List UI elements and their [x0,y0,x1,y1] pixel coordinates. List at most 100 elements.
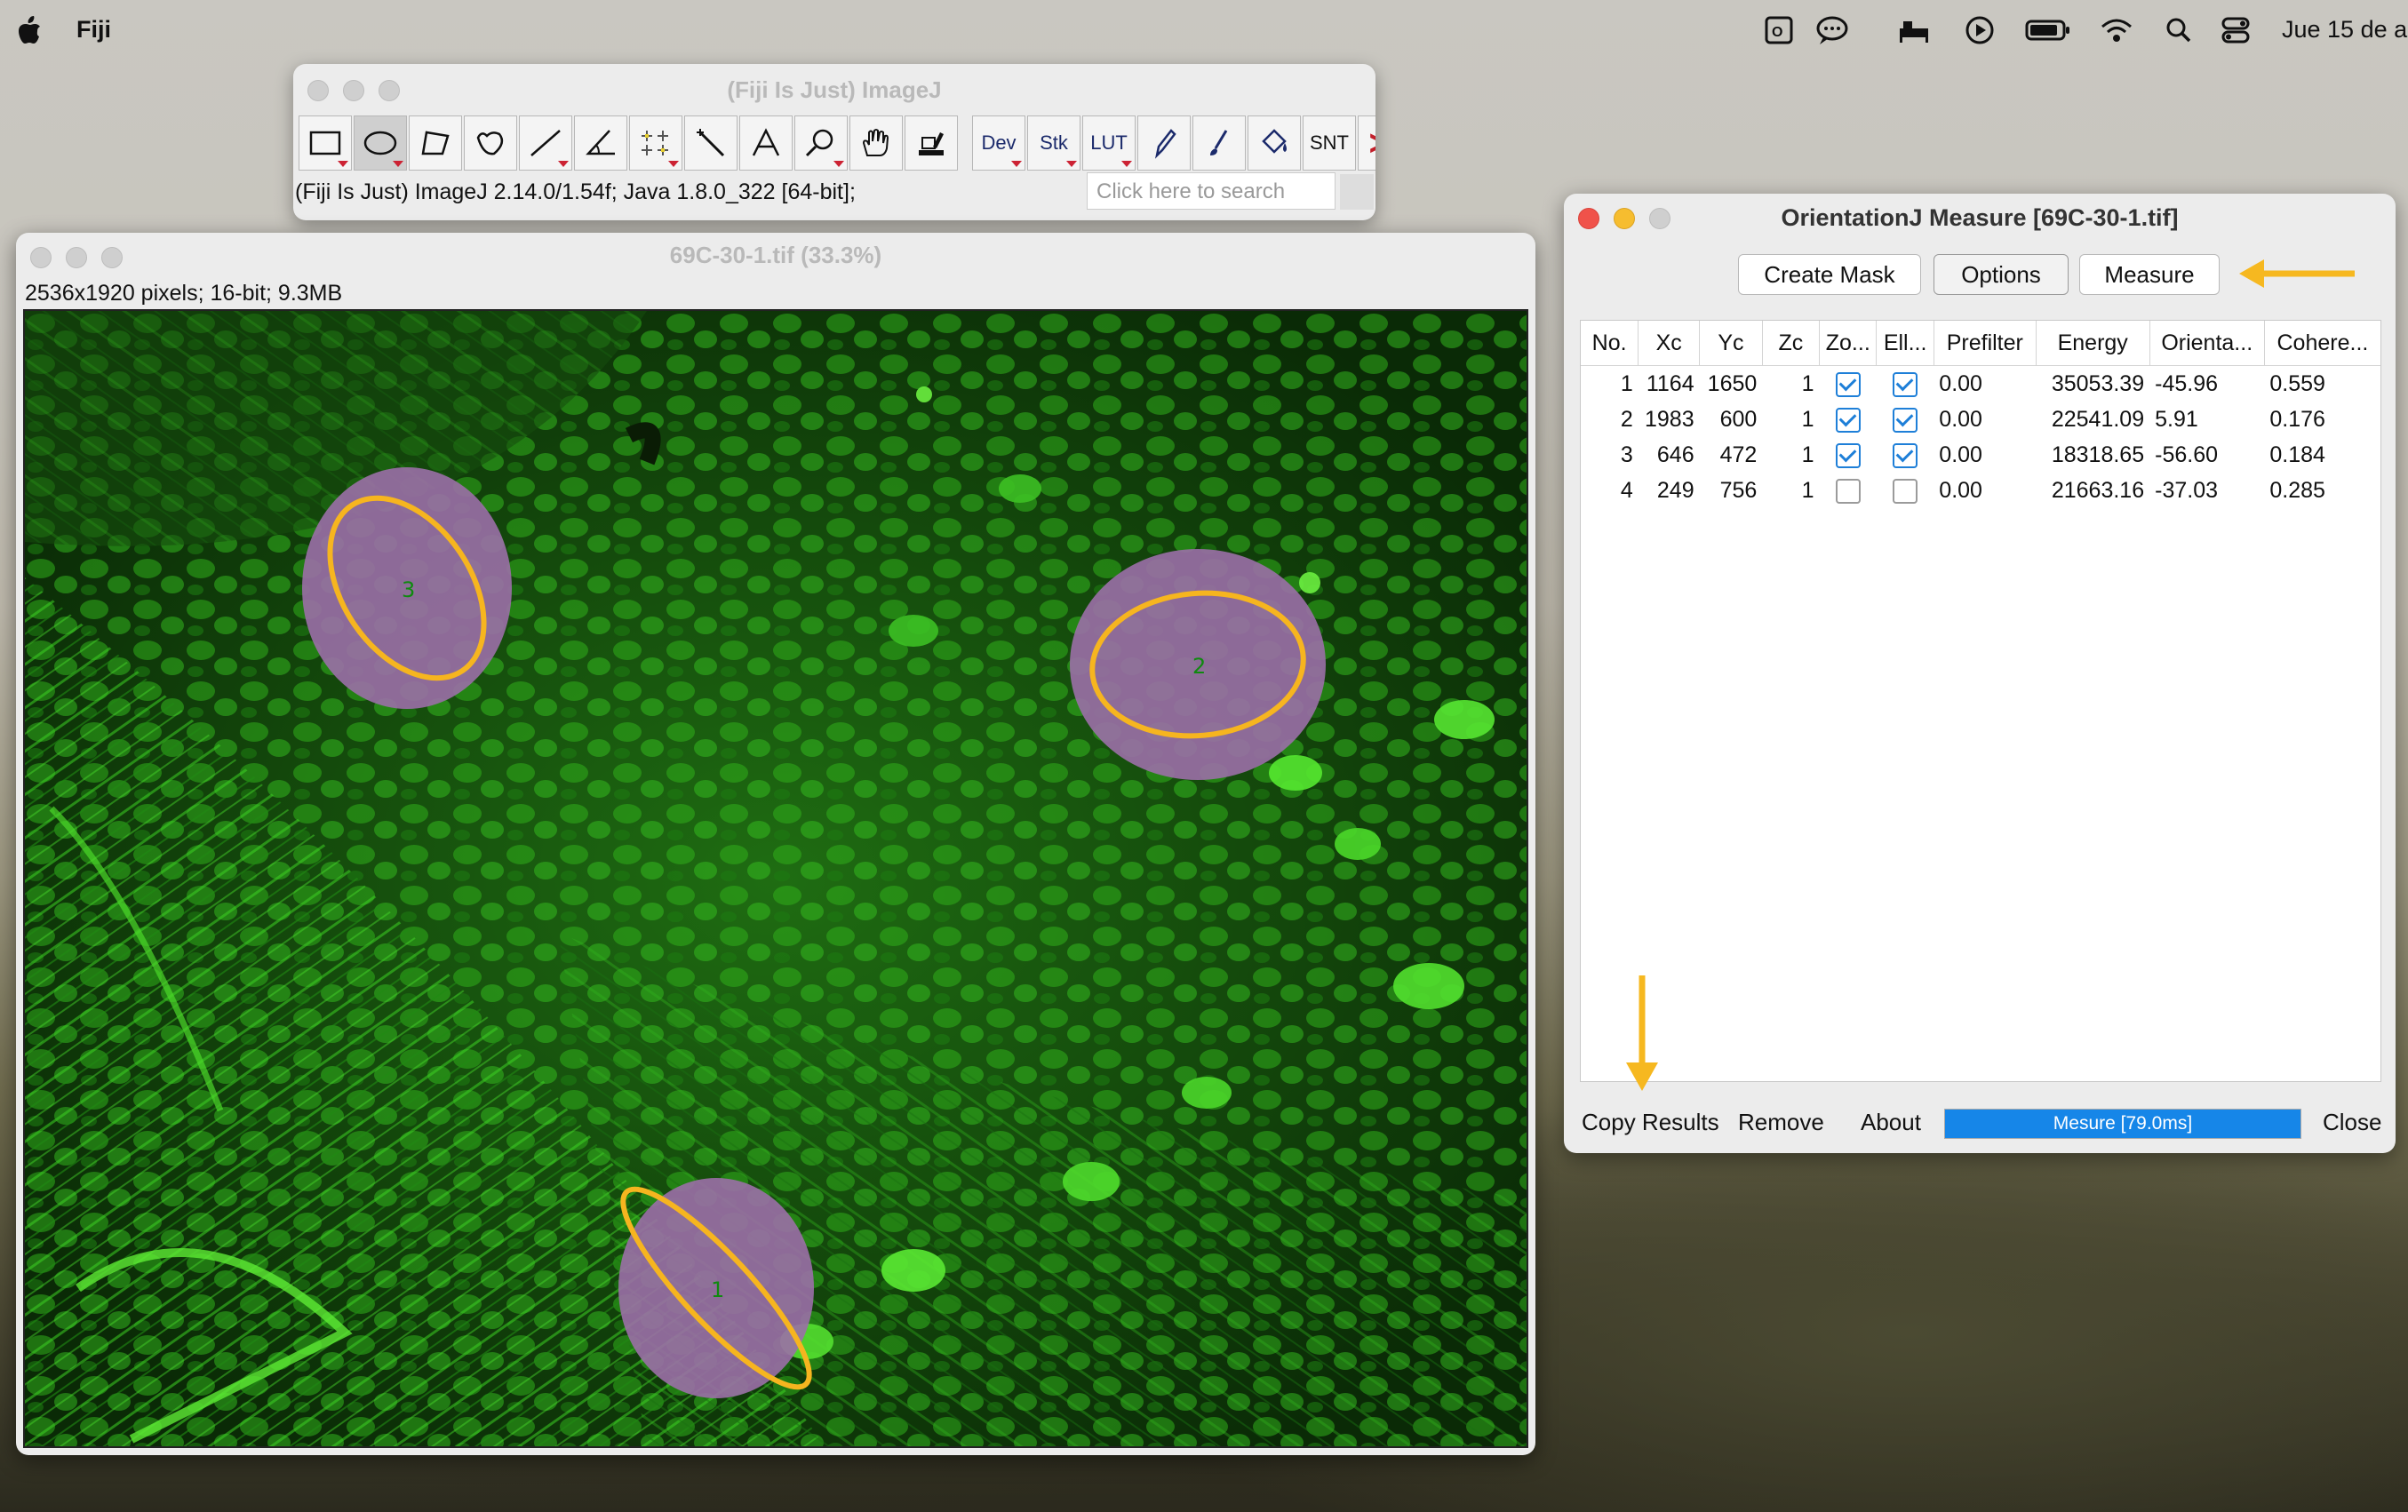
table-row[interactable]: 3 646 472 1 0.00 18318.65 -56.60 0.184 [1581,437,2380,473]
copy-results-button[interactable]: Copy Results [1582,1109,1719,1136]
dev-menu-button[interactable]: Dev [972,115,1025,171]
apple-logo-icon[interactable] [16,14,43,46]
wifi-icon[interactable] [2099,14,2134,46]
cell-prefilter: 0.00 [1939,477,1982,503]
battery-icon[interactable] [2024,14,2072,46]
pencil-tool-button[interactable] [1137,115,1191,171]
table-row[interactable]: 4 249 756 1 0.00 21663.16 -37.03 0.285 [1581,473,2380,508]
image-canvas[interactable]: 3 2 1 [23,309,1528,1448]
text-tool-button[interactable] [739,115,793,171]
polygon-icon [421,131,450,155]
angle-tool-button[interactable] [574,115,627,171]
measure-button[interactable]: Measure [2079,254,2220,295]
column-header[interactable]: Xc [1638,321,1701,366]
zoom-checkbox[interactable] [1835,407,1861,433]
app-menu-fiji[interactable]: Fiji [76,16,111,44]
image-info: 2536x1920 pixels; 16-bit; 9.3MB [25,281,343,306]
lut-menu-button[interactable]: LUT [1082,115,1136,171]
dev-label: Dev [981,131,1017,154]
control-center-icon[interactable] [2218,14,2253,46]
column-header[interactable]: Cohere... [2264,321,2380,366]
zoom-checkbox[interactable] [1835,442,1861,468]
roi-2[interactable]: 2 [1070,549,1326,780]
more-tools-icon: ≫ [1368,125,1375,161]
ellipse-checkbox[interactable] [1893,442,1918,468]
snt-tool-button[interactable]: SNT [1303,115,1356,171]
column-header[interactable]: Ell... [1876,321,1934,366]
more-tools-button[interactable]: ≫ [1358,115,1375,171]
flood-fill-tool-button[interactable] [1248,115,1301,171]
column-header[interactable]: Orienta... [2149,321,2265,366]
cell-xc: 1983 [1644,406,1694,432]
oval-tool-button[interactable] [354,115,407,171]
image-title: 69C-30-1.tif (33.3%) [669,242,882,268]
outlook-icon[interactable]: O [1761,14,1797,46]
column-header[interactable]: Zc [1762,321,1821,366]
table-header: No. Xc Yc Zc Zo... Ell... Prefilter Ener… [1581,321,2380,366]
cell-no: 4 [1620,477,1633,503]
column-header[interactable]: Energy [2036,321,2150,366]
cell-xc: 646 [1656,442,1694,467]
ellipse-checkbox[interactable] [1893,407,1918,433]
stk-menu-button[interactable]: Stk [1027,115,1080,171]
ellipse-checkbox[interactable] [1893,478,1918,504]
cell-energy: 22541.09 [2051,406,2145,432]
bed-icon[interactable] [1896,14,1932,46]
hand-icon [862,129,889,156]
line-icon [530,130,561,156]
progress-text: Mesure [79.0ms] [2053,1113,2193,1134]
cell-coherency: 0.559 [2269,370,2325,396]
snt-label: SNT [1310,131,1349,154]
about-button[interactable]: About [1861,1109,1921,1136]
rectangle-icon [309,131,341,155]
results-table[interactable]: No. Xc Yc Zc Zo... Ell... Prefilter Ener… [1580,320,2381,1082]
wand-tool-button[interactable] [684,115,738,171]
magnifier-tool-button[interactable] [794,115,848,171]
options-button[interactable]: Options [1934,254,2069,295]
orientationj-titlebar[interactable]: OrientationJ Measure [69C-30-1.tif] [1564,194,2396,243]
remove-button[interactable]: Remove [1738,1109,1824,1136]
multipoint-icon [642,131,668,155]
cell-no: 3 [1620,442,1633,467]
hand-tool-button[interactable] [849,115,903,171]
progress-bar: Mesure [79.0ms] [1944,1109,2301,1139]
freehand-icon [476,131,504,155]
polygon-tool-button[interactable] [409,115,462,171]
zoom-checkbox[interactable] [1835,371,1861,397]
menu-bar: Fiji O Jue 15 de a [0,0,2408,60]
play-icon[interactable] [1962,14,1997,46]
cell-energy: 18318.65 [2051,442,2145,467]
close-button[interactable]: Close [2323,1109,2381,1136]
image-titlebar[interactable]: 69C-30-1.tif (33.3%) [16,233,1535,277]
table-row[interactable]: 1 1164 1650 1 0.00 35053.39 -45.96 0.559 [1581,366,2380,402]
create-mask-button[interactable]: Create Mask [1738,254,1921,295]
microscopy-image[interactable]: 3 2 1 [25,311,1527,1446]
dropper-tool-button[interactable] [905,115,958,171]
imagej-titlebar[interactable]: (Fiji Is Just) ImageJ [293,64,1375,114]
window-title: (Fiji Is Just) ImageJ [727,76,942,103]
column-header[interactable]: Zo... [1819,321,1878,366]
zoom-checkbox[interactable] [1835,478,1861,504]
search-input[interactable]: Click here to search [1087,172,1336,210]
column-header[interactable]: Prefilter [1934,321,2037,366]
brush-tool-button[interactable] [1192,115,1246,171]
stk-label: Stk [1040,131,1068,154]
paintbrush-icon [1210,130,1228,155]
cell-coherency: 0.285 [2269,477,2325,503]
column-header[interactable]: No. [1581,321,1639,366]
line-tool-button[interactable] [519,115,572,171]
menubar-clock[interactable]: Jue 15 de a [2282,16,2407,44]
eyedropper-icon [919,132,944,155]
freehand-tool-button[interactable] [464,115,517,171]
table-row[interactable]: 2 1983 600 1 0.00 22541.09 5.91 0.176 [1581,402,2380,437]
search-button[interactable] [1340,174,1374,210]
search-icon[interactable] [2161,14,2197,46]
chat-bubble-icon[interactable] [1814,14,1850,46]
wand-icon [697,129,725,157]
rectangle-tool-button[interactable] [299,115,352,171]
column-header[interactable]: Yc [1699,321,1763,366]
cell-energy: 35053.39 [2051,370,2145,396]
orientationj-title: OrientationJ Measure [69C-30-1.tif] [1781,204,2179,231]
ellipse-checkbox[interactable] [1893,371,1918,397]
point-tool-button[interactable] [629,115,682,171]
